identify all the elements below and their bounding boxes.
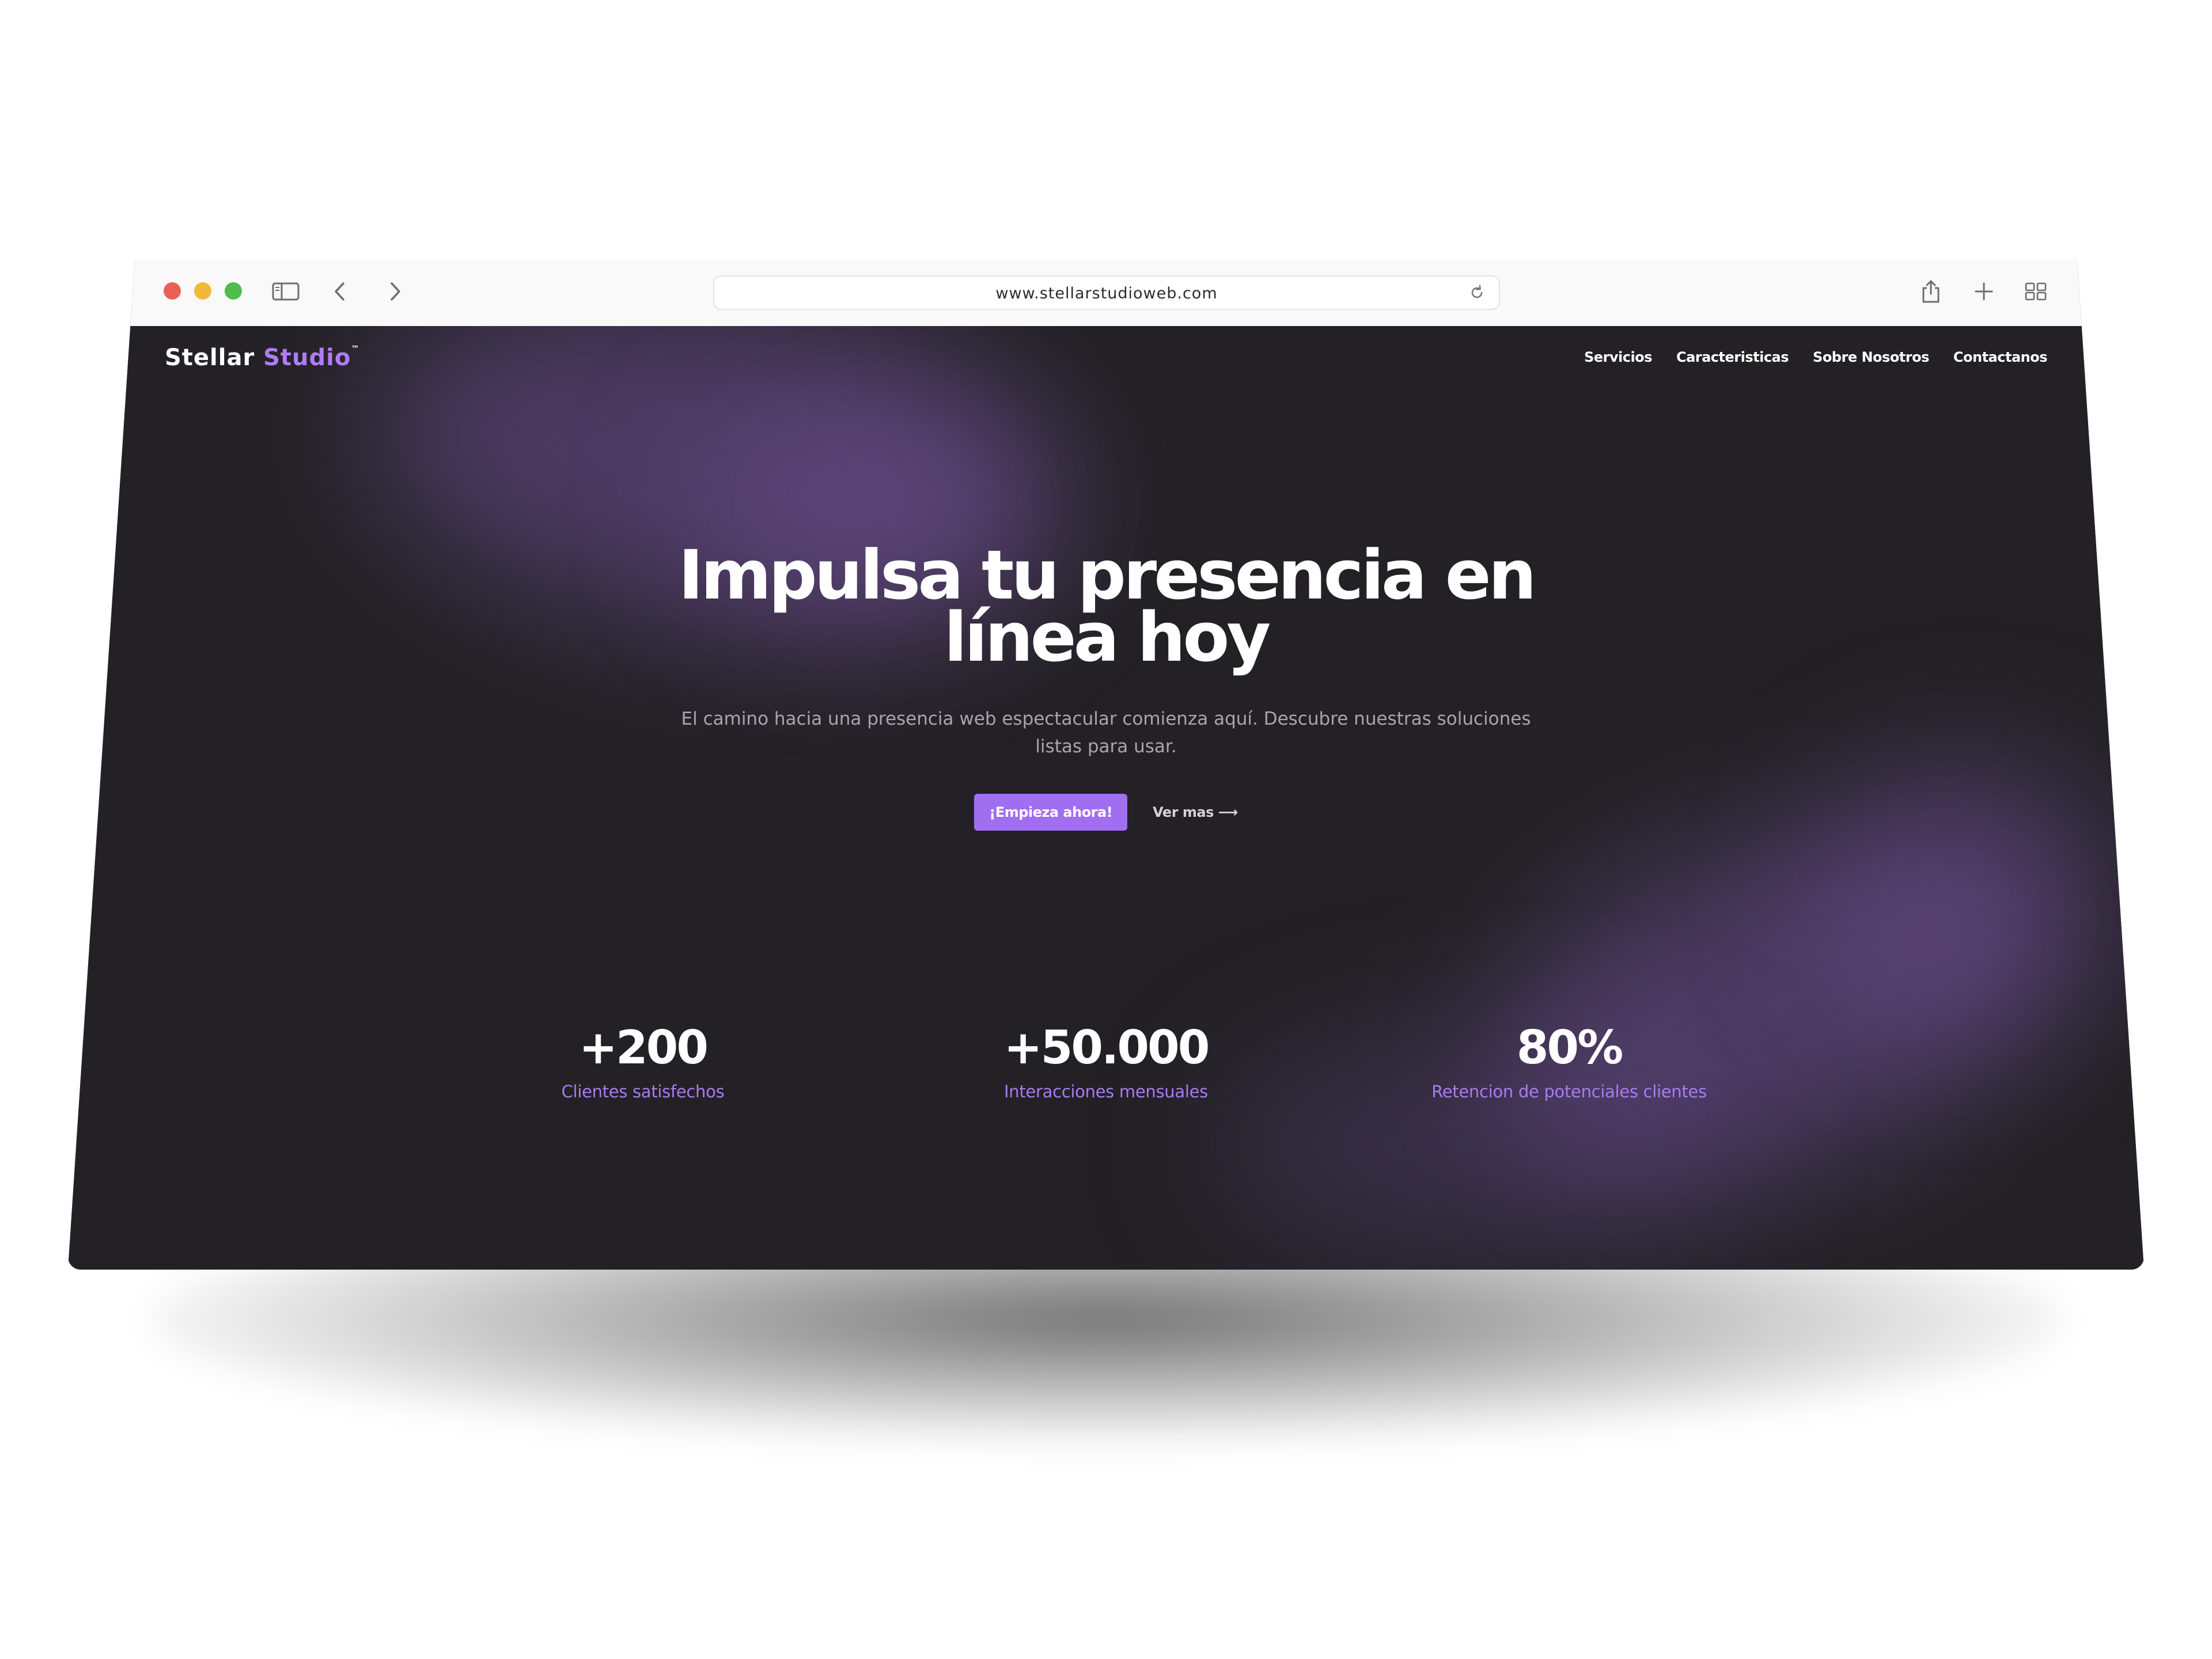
tab-overview-glyph [2025,282,2047,301]
close-window-button[interactable] [164,282,181,300]
web-page: Stellar Studio™ Servicios Caracteristica… [68,326,2144,1270]
url-text: www.stellarstudioweb.com [995,285,1218,302]
maximize-window-button[interactable] [225,282,242,300]
stat-value: +200 [578,1021,709,1074]
chevron-right-icon[interactable] [380,276,410,306]
share-icon[interactable] [1916,276,1946,306]
hero-title-line-1: Impulsa tu presencia en [678,535,1536,615]
minimize-window-button[interactable] [194,282,211,300]
hero-subtitle-line-2: listas para usar. [1035,736,1177,757]
sidebar-icon-glyph [272,282,300,301]
hero-subtitle: El camino hacia una presencia web espect… [68,705,2144,760]
stat-retention: 80% Retencion de potenciales clientes [1310,1021,1828,1102]
chevron-left-icon[interactable] [325,276,355,306]
site-logo[interactable]: Stellar Studio™ [165,344,359,371]
logo-text-accent: Studio [263,344,351,371]
plus-glyph [1975,282,1993,301]
sidebar-icon[interactable] [271,276,301,306]
hero-title: Impulsa tu presencia en línea hoy [68,535,2144,677]
stat-clients: +200 Clientes satisfechos [384,1021,902,1102]
hero-title-line-2: línea hoy [944,597,1271,677]
reload-glyph [1471,285,1483,298]
chevron-right-glyph [391,282,400,301]
browser-window: www.stellarstudioweb.com Stellar Studio™… [68,259,2144,1270]
plus-icon[interactable] [1969,276,1999,306]
start-now-button[interactable]: ¡Empieza ahora! [974,794,1128,831]
hero-subtitle-line-1: El camino hacia una presencia web espect… [681,709,1531,729]
logo-trademark: ™ [351,344,360,354]
nav-link-servicios[interactable]: Servicios [1584,349,1653,365]
nav-link-contactanos[interactable]: Contactanos [1953,349,2048,365]
stat-value: +50.000 [1003,1021,1210,1074]
logo-text-main: Stellar [165,344,264,371]
stat-label: Interacciones mensuales [1004,1082,1208,1101]
nav-link-sobre-nosotros[interactable]: Sobre Nosotros [1813,349,1929,365]
share-glyph [1922,280,1940,303]
tab-overview-icon[interactable] [2021,276,2051,306]
stat-value: 80% [1516,1021,1623,1074]
chevron-left-glyph [335,282,344,301]
browser-toolbar: www.stellarstudioweb.com [68,259,2144,327]
main-nav: Servicios Caracteristicas Sobre Nosotros… [1584,349,2048,365]
screenshot-stage: www.stellarstudioweb.com Stellar Studio™… [0,0,2212,1659]
address-bar[interactable]: www.stellarstudioweb.com [713,275,1500,310]
reload-icon[interactable] [1468,283,1486,302]
nav-link-caracteristicas[interactable]: Caracteristicas [1676,349,1789,365]
stat-label: Retencion de potenciales clientes [1431,1082,1707,1101]
hero-cta-row: ¡Empieza ahora! Ver mas ⟶ [68,794,2144,831]
stat-label: Clientes satisfechos [561,1082,725,1101]
stat-interactions: +50.000 Interacciones mensuales [847,1021,1365,1102]
see-more-link[interactable]: Ver mas ⟶ [1153,804,1238,820]
